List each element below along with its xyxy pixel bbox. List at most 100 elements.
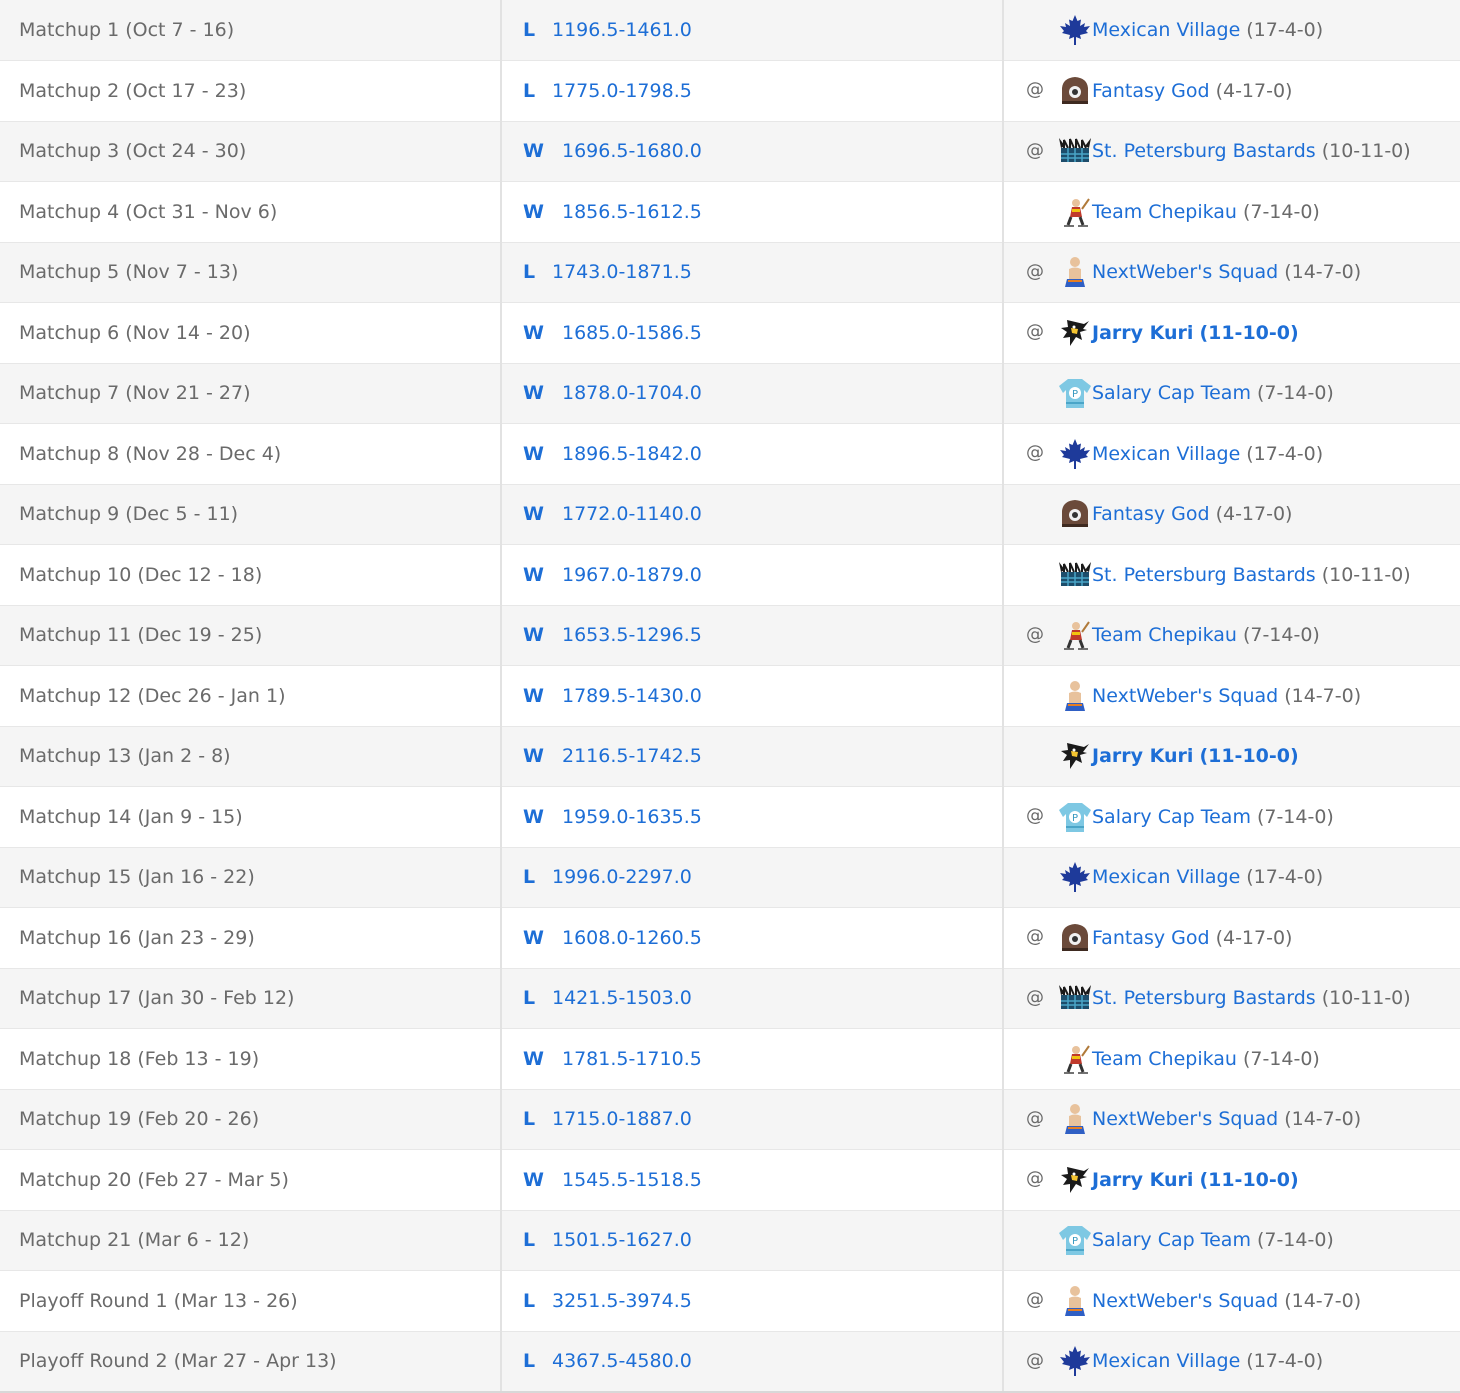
period-cell: Matchup 17 (Jan 30 - Feb 12)	[0, 968, 502, 1029]
table-row: Matchup 12 (Dec 26 - Jan 1) W 1789.5-1430…	[0, 665, 1460, 727]
score-link[interactable]: 1653.5-1296.5	[562, 624, 702, 646]
score-link[interactable]: 1772.0-1140.0	[562, 503, 702, 525]
score-cell: L 1996.0-2297.0	[501, 847, 1004, 908]
away-indicator: @	[1026, 1107, 1044, 1129]
opponent-team-link[interactable]: Jarry Kuri	[1092, 322, 1193, 344]
opponent-team-link[interactable]: NextWeber's Squad	[1092, 685, 1278, 707]
score-link[interactable]: 3251.5-3974.5	[552, 1290, 692, 1312]
result-badge: L	[523, 1289, 536, 1312]
opponent-team-link[interactable]: Salary Cap Team	[1092, 806, 1251, 828]
period-cell: Matchup 18 (Feb 13 - 19)	[0, 1028, 502, 1090]
table-row: Playoff Round 2 (Mar 27 - Apr 13) L 4367.…	[0, 1331, 1460, 1393]
opponent-team-link[interactable]: Team Chepikau	[1092, 624, 1237, 646]
player-icon[interactable]	[1058, 1284, 1092, 1318]
matchup-period: Matchup 12 (Dec 26 - Jan 1)	[19, 684, 286, 707]
maple-leaf-icon[interactable]	[1058, 1344, 1092, 1378]
table-row: Matchup 6 (Nov 14 - 20) W 1685.0-1586.5 @…	[0, 302, 1460, 364]
opponent-team-link[interactable]: Team Chepikau	[1092, 201, 1237, 223]
opponent-team-link[interactable]: Jarry Kuri	[1092, 1169, 1193, 1191]
table-row: Playoff Round 1 (Mar 13 - 26) L 3251.5-39…	[0, 1270, 1460, 1332]
score-link[interactable]: 1878.0-1704.0	[562, 382, 702, 404]
player-icon[interactable]	[1058, 255, 1092, 289]
matchup-period: Matchup 13 (Jan 2 - 8)	[19, 745, 231, 768]
maple-leaf-icon[interactable]	[1058, 860, 1092, 894]
opponent-team-link[interactable]: NextWeber's Squad	[1092, 1108, 1278, 1130]
matchup-period: Matchup 1 (Oct 7 - 16)	[19, 19, 235, 41]
opponent-team-link[interactable]: Mexican Village	[1092, 19, 1240, 41]
score-link[interactable]: 4367.5-4580.0	[552, 1350, 692, 1372]
opponent-team-link[interactable]: St. Petersburg Bastards	[1092, 564, 1316, 586]
away-indicator: @	[1026, 1349, 1044, 1371]
opponent-cell: P Salary Cap Team (7-14-0)	[1003, 1210, 1460, 1271]
viking-icon[interactable]	[1058, 558, 1092, 592]
skater-icon[interactable]	[1058, 618, 1092, 652]
score-link[interactable]: 1781.5-1710.5	[562, 1048, 702, 1070]
score-link[interactable]: 1996.0-2297.0	[552, 866, 692, 888]
matchup-period: Matchup 5 (Nov 7 - 13)	[19, 261, 239, 284]
score-link[interactable]: 1967.0-1879.0	[562, 564, 702, 586]
opponent-team-link[interactable]: St. Petersburg Bastards	[1092, 987, 1316, 1009]
opponent-record: (10-11-0)	[1321, 563, 1411, 586]
score-link[interactable]: 1685.0-1586.5	[562, 322, 702, 344]
skater-icon[interactable]	[1058, 1042, 1092, 1076]
opponent-team-link[interactable]: St. Petersburg Bastards	[1092, 140, 1316, 162]
opponent-team-link[interactable]: Salary Cap Team	[1092, 382, 1251, 404]
viking-icon[interactable]	[1058, 134, 1092, 168]
score-link[interactable]: 1743.0-1871.5	[552, 261, 692, 283]
viking-icon[interactable]	[1058, 981, 1092, 1015]
score-link[interactable]: 1196.5-1461.0	[552, 19, 692, 41]
away-indicator: @	[1026, 442, 1044, 464]
opponent-team-link[interactable]: Salary Cap Team	[1092, 1229, 1251, 1251]
opponent-team-link[interactable]: Team Chepikau	[1092, 1048, 1237, 1070]
score-link[interactable]: 1856.5-1612.5	[562, 201, 702, 223]
opponent-team-link[interactable]: NextWeber's Squad	[1092, 261, 1278, 283]
helmet-icon[interactable]	[1058, 74, 1092, 108]
result-badge: L	[523, 987, 536, 1010]
score-link[interactable]: 1959.0-1635.5	[562, 806, 702, 828]
score-link[interactable]: 1896.5-1842.0	[562, 443, 702, 465]
helmet-icon[interactable]	[1058, 921, 1092, 955]
penguin-icon[interactable]	[1058, 316, 1092, 350]
score-link[interactable]: 1696.5-1680.0	[562, 140, 702, 162]
score-link[interactable]: 1789.5-1430.0	[562, 685, 702, 707]
jersey-icon[interactable]: P	[1058, 800, 1092, 834]
table-row: Matchup 15 (Jan 16 - 22) L 1996.0-2297.0 …	[0, 847, 1460, 908]
away-indicator: @	[1026, 321, 1044, 343]
score-link[interactable]: 1421.5-1503.0	[552, 987, 692, 1009]
player-icon[interactable]	[1058, 1102, 1092, 1136]
opponent-team-link[interactable]: Jarry Kuri	[1092, 745, 1193, 767]
score-cell: W 1685.0-1586.5	[501, 302, 1004, 364]
skater-icon[interactable]	[1058, 195, 1092, 229]
matchup-period: Matchup 9 (Dec 5 - 11)	[19, 503, 239, 526]
score-link[interactable]: 1608.0-1260.5	[562, 927, 702, 949]
maple-leaf-icon[interactable]	[1058, 13, 1092, 47]
opponent-team-link[interactable]: Mexican Village	[1092, 866, 1240, 888]
score-link[interactable]: 2116.5-1742.5	[562, 745, 702, 767]
opponent-team-link[interactable]: Fantasy God	[1092, 80, 1210, 102]
player-icon[interactable]	[1058, 679, 1092, 713]
score-cell: W 1608.0-1260.5	[501, 907, 1004, 969]
opponent-cell: @ NextWeber's Squad (14-7-0)	[1003, 242, 1460, 303]
score-link[interactable]: 1775.0-1798.5	[552, 80, 692, 102]
opponent-cell: Mexican Village (17-4-0)	[1003, 847, 1460, 908]
opponent-team-link[interactable]: Mexican Village	[1092, 443, 1240, 465]
jersey-icon[interactable]: P	[1058, 1223, 1092, 1257]
score-link[interactable]: 1545.5-1518.5	[562, 1169, 702, 1191]
opponent-team-link[interactable]: Fantasy God	[1092, 927, 1210, 949]
score-link[interactable]: 1501.5-1627.0	[552, 1229, 692, 1251]
opponent-team-link[interactable]: Mexican Village	[1092, 1350, 1240, 1372]
jersey-icon[interactable]: P	[1058, 376, 1092, 410]
score-cell: L 1196.5-1461.0	[501, 0, 1004, 61]
opponent-cell: @ NextWeber's Squad (14-7-0)	[1003, 1089, 1460, 1150]
matchup-period: Matchup 11 (Dec 19 - 25)	[19, 624, 263, 647]
opponent-team-link[interactable]: NextWeber's Squad	[1092, 1290, 1278, 1312]
opponent-team-link[interactable]: Fantasy God	[1092, 503, 1210, 525]
maple-leaf-icon[interactable]	[1058, 437, 1092, 471]
table-row: Matchup 14 (Jan 9 - 15) W 1959.0-1635.5 @…	[0, 786, 1460, 848]
penguin-icon[interactable]	[1058, 1163, 1092, 1197]
result-badge: W	[523, 926, 544, 949]
helmet-icon[interactable]	[1058, 497, 1092, 531]
penguin-icon[interactable]	[1058, 739, 1092, 773]
opponent-record: (4-17-0)	[1215, 926, 1293, 949]
score-link[interactable]: 1715.0-1887.0	[552, 1108, 692, 1130]
